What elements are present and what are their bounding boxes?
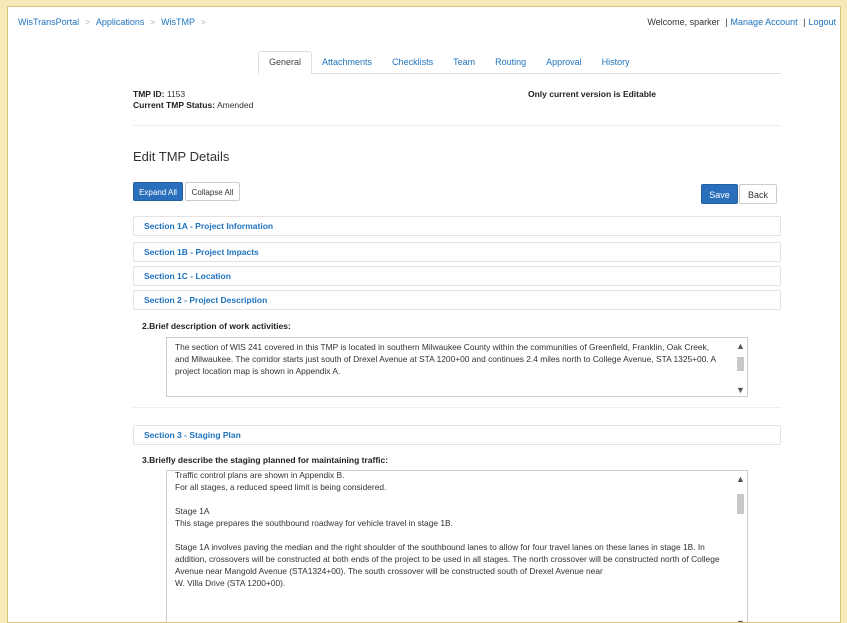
work-description-text: The section of WIS 241 covered in this T… [175, 342, 716, 376]
account-separator: | [725, 17, 728, 27]
work-description-textarea[interactable]: The section of WIS 241 covered in this T… [166, 337, 748, 397]
section-1a-header[interactable]: Section 1A - Project Information [133, 216, 781, 236]
section-1c-title: Section 1C - Location [144, 271, 231, 281]
top-bar: WisTransPortal > Applications > WisTMP >… [8, 7, 840, 37]
editable-note: Only current version is Editable [528, 89, 657, 99]
save-button[interactable]: Save [701, 184, 738, 204]
breadcrumb-applications[interactable]: Applications [96, 17, 145, 27]
divider [133, 125, 781, 126]
tab-checklists[interactable]: Checklists [382, 52, 443, 73]
expand-all-button[interactable]: Expand All [133, 182, 183, 201]
section-1b-header[interactable]: Section 1B - Project Impacts [133, 242, 781, 262]
manage-account-link[interactable]: Manage Account [731, 17, 798, 27]
tmp-meta: TMP ID: 1153 Current TMP Status: Amended [133, 89, 253, 111]
chevron-up-icon[interactable]: ▲ [734, 341, 747, 351]
app-window: WisTransPortal > Applications > WisTMP >… [7, 6, 841, 623]
scrollbar-thumb[interactable] [737, 494, 744, 514]
tmp-status-label: Current TMP Status: [133, 100, 216, 110]
account-links: Welcome, sparker | Manage Account | Logout [647, 17, 840, 27]
q3-label: 3.Briefly describe the staging planned f… [142, 455, 389, 465]
q2-label: 2.Brief description of work activities: [142, 321, 291, 331]
breadcrumb: WisTransPortal > Applications > WisTMP > [8, 17, 212, 27]
section-1a-title: Section 1A - Project Information [144, 221, 274, 231]
section-2-title: Section 2 - Project Description [144, 295, 268, 305]
section-2-header[interactable]: Section 2 - Project Description [133, 290, 781, 310]
section-3-title: Section 3 - Staging Plan [144, 430, 241, 440]
tab-routing[interactable]: Routing [485, 52, 536, 73]
page-title: Edit TMP Details [133, 149, 230, 164]
back-button[interactable]: Back [739, 184, 777, 204]
tmp-id-label: TMP ID: [133, 89, 165, 99]
tmp-id: TMP ID: 1153 [133, 89, 253, 100]
tmp-status-value: Amended [216, 100, 254, 110]
breadcrumb-wistransportal[interactable]: WisTransPortal [18, 17, 79, 27]
textarea-scrollbar[interactable]: ▲ ▼ [734, 338, 747, 396]
staging-plan-text: Traffic control plans are shown in Appen… [175, 470, 720, 588]
section-3-header[interactable]: Section 3 - Staging Plan [133, 425, 781, 445]
tmp-status: Current TMP Status: Amended [133, 100, 253, 111]
logout-link[interactable]: Logout [808, 17, 836, 27]
tab-history[interactable]: History [592, 52, 640, 73]
account-separator: | [803, 17, 806, 27]
tab-approval[interactable]: Approval [536, 52, 592, 73]
section-1b-title: Section 1B - Project Impacts [144, 247, 259, 257]
tab-bar: General Attachments Checklists Team Rout… [258, 51, 781, 74]
breadcrumb-separator: > [85, 17, 90, 27]
chevron-up-icon[interactable]: ▲ [734, 474, 747, 484]
textarea-scrollbar[interactable]: ▲ ▼ [734, 471, 747, 622]
chevron-down-icon[interactable]: ▼ [734, 385, 747, 395]
collapse-all-button[interactable]: Collapse All [185, 182, 240, 201]
tab-general[interactable]: General [258, 51, 313, 74]
divider [133, 407, 781, 408]
tab-team[interactable]: Team [443, 52, 485, 73]
staging-plan-textarea[interactable]: Traffic control plans are shown in Appen… [166, 470, 748, 622]
tmp-id-value: 1153 [166, 89, 186, 99]
breadcrumb-separator: > [150, 17, 156, 27]
breadcrumb-wistmp[interactable]: WisTMP [161, 17, 195, 27]
breadcrumb-separator: > [201, 17, 206, 27]
scrollbar-thumb[interactable] [737, 357, 744, 371]
tab-attachments[interactable]: Attachments [312, 52, 382, 73]
section-1c-header[interactable]: Section 1C - Location [133, 266, 781, 286]
welcome-text: Welcome, sparker [647, 17, 720, 27]
